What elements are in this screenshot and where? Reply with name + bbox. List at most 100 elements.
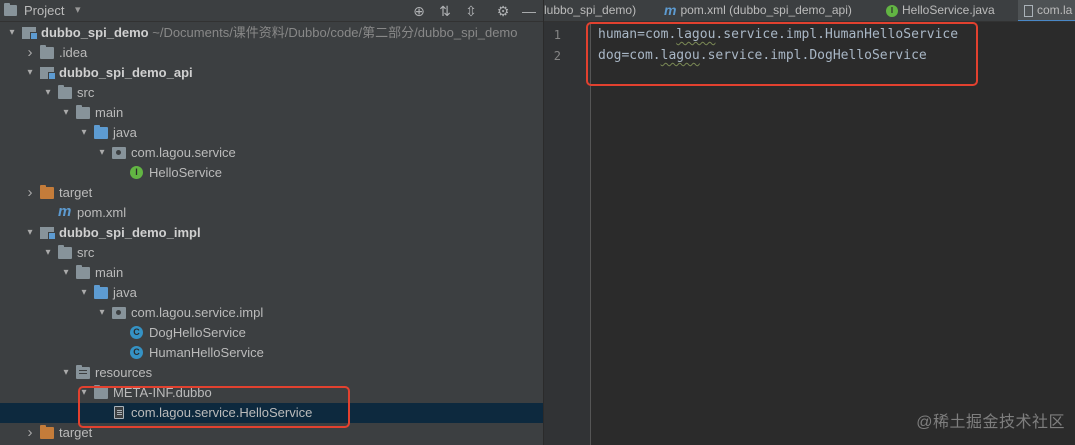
tab-helloservice-java[interactable]: I HelloService.java — [882, 0, 1016, 21]
tree-item-label: main — [95, 263, 123, 283]
source-folder-icon — [94, 285, 108, 299]
expand-all-icon[interactable]: ⇅ — [436, 2, 454, 20]
project-header: Project ▾ ⊕ ⇅ ⇳ ⚙ — — [0, 0, 543, 22]
chevron-down-icon[interactable]: ▾ — [42, 243, 54, 263]
folder-icon — [76, 265, 90, 279]
item-name: DogHelloService — [149, 325, 246, 340]
excluded-folder-icon — [40, 185, 54, 199]
chevron-down-icon[interactable]: ▾ — [60, 363, 72, 383]
tree-item-api-main[interactable]: ▾ main — [0, 103, 543, 123]
maven-icon: m — [58, 203, 72, 220]
tree-item-label: main — [95, 103, 123, 123]
tree-item-label: HelloService — [149, 163, 222, 183]
source-folder-icon — [94, 125, 108, 139]
tab-pom-xml[interactable]: m pom.xml (dubbo_spi_demo_api) — [658, 0, 879, 21]
tree-item-impl-src[interactable]: ▾ src — [0, 243, 543, 263]
project-title[interactable]: Project — [24, 3, 64, 18]
item-name: com.lagou.service — [131, 145, 236, 160]
item-name: java — [113, 285, 137, 300]
tree-item-label: com.lagou.service.impl — [131, 303, 263, 323]
tree-item-api-target[interactable]: › target — [0, 183, 543, 203]
tree-item-api[interactable]: ▾ dubbo_spi_demo_api — [0, 63, 543, 83]
tree-item-api-src[interactable]: ▾ src — [0, 83, 543, 103]
chevron-right-icon[interactable]: › — [24, 183, 36, 203]
watermark: @稀土掘金技术社区 — [916, 414, 1065, 431]
tree-item-label: .idea — [59, 43, 87, 63]
tree-item-impl-java[interactable]: ▾ java — [0, 283, 543, 303]
gear-icon[interactable]: ⚙ — [494, 2, 512, 20]
item-name: com.lagou.service.impl — [131, 305, 264, 320]
tree-item-impl-main[interactable]: ▾ main — [0, 263, 543, 283]
tree-item-api-hello[interactable]: I HelloService — [0, 163, 543, 183]
item-name: resources — [95, 365, 153, 380]
tree-item-idea[interactable]: › .idea — [0, 43, 543, 63]
tree-item-label: src — [77, 243, 94, 263]
chevron-down-icon[interactable]: ▾ — [78, 123, 90, 143]
chevron-down-icon[interactable]: ▾ — [96, 303, 108, 323]
tree-item-label: resources — [95, 363, 152, 383]
tree-item-label: java — [113, 123, 137, 143]
chevron-right-icon[interactable]: › — [24, 423, 36, 443]
chevron-down-icon[interactable]: ▾ — [78, 283, 90, 303]
tree-item-label: dubbo_spi_demo ~/Documents/课件资料/Dubbo/co… — [41, 23, 518, 43]
chevron-down-icon[interactable]: ▾ — [60, 263, 72, 283]
item-name: dubbo_spi_demo_impl — [59, 225, 201, 240]
hide-icon[interactable]: — — [520, 2, 538, 20]
chevron-down-icon[interactable]: ▾ — [96, 143, 108, 163]
tree-item-impl-pkg[interactable]: ▾ com.lagou.service.impl — [0, 303, 543, 323]
chevron-down-icon[interactable]: ▾ — [24, 63, 36, 83]
tree-item-label: HumanHelloService — [149, 343, 264, 363]
tree-item-label: dubbo_spi_demo_api — [59, 63, 193, 83]
chevron-down-icon[interactable]: ▾ — [24, 223, 36, 243]
interface-icon: I — [886, 4, 898, 17]
item-name: HelloService — [149, 165, 222, 180]
tree-item-impl-res[interactable]: ▾ resources — [0, 363, 543, 383]
tree-item-label: src — [77, 83, 94, 103]
tab-label: lubbo_spi_demo) — [544, 3, 637, 17]
chevron-down-icon[interactable]: ▾ — [6, 23, 18, 43]
class-icon: C — [130, 326, 143, 339]
package-icon — [112, 307, 126, 319]
tree-item-impl[interactable]: ▾ dubbo_spi_demo_impl — [0, 223, 543, 243]
tree-item-label: java — [113, 283, 137, 303]
tab-module-pom-partial[interactable]: lubbo_spi_demo) — [544, 0, 656, 21]
annotation-highlight-box — [78, 386, 350, 428]
package-icon — [112, 147, 126, 159]
tree-item-api-pkg[interactable]: ▾ com.lagou.service — [0, 143, 543, 163]
tree-item-api-pom[interactable]: m pom.xml — [0, 203, 543, 223]
tab-services-file[interactable]: com.la — [1018, 0, 1075, 21]
excluded-folder-icon — [40, 425, 54, 439]
resources-folder-icon — [76, 365, 90, 379]
item-name: main — [95, 265, 124, 280]
chevron-down-icon[interactable]: ▾ — [75, 3, 81, 16]
chevron-right-icon[interactable]: › — [24, 43, 36, 63]
tree-item-impl-human[interactable]: C HumanHelloService — [0, 343, 543, 363]
folder-icon — [40, 45, 54, 59]
editor-text-area[interactable]: human=com.lagou.service.impl.HumanHelloS… — [586, 22, 1075, 445]
line-number: 1 — [553, 28, 561, 42]
line-number: 2 — [553, 49, 561, 63]
tree-item-label: target — [59, 183, 92, 203]
module-icon — [22, 27, 38, 40]
project-folder-icon — [4, 3, 17, 16]
tree-item-api-java[interactable]: ▾ java — [0, 123, 543, 143]
item-name: main — [95, 105, 124, 120]
collapse-all-icon[interactable]: ⇳ — [462, 2, 480, 20]
tree-item-root[interactable]: ▾ dubbo_spi_demo ~/Documents/课件资料/Dubbo/c… — [0, 23, 543, 43]
maven-icon: m — [664, 2, 677, 19]
tree-item-impl-dog[interactable]: C DogHelloService — [0, 323, 543, 343]
text-file-icon — [1024, 4, 1033, 17]
item-name: pom.xml — [77, 205, 127, 220]
locate-icon[interactable]: ⊕ — [410, 2, 428, 20]
folder-icon — [58, 245, 72, 259]
module-icon — [40, 67, 56, 80]
chevron-down-icon[interactable]: ▾ — [42, 83, 54, 103]
folder-icon — [76, 105, 90, 119]
item-name: HumanHelloService — [149, 345, 264, 360]
annotation-highlight-box — [586, 22, 978, 86]
class-icon: C — [130, 346, 143, 359]
tab-label: HelloService.java — [902, 3, 995, 17]
project-path: ~/Documents/课件资料/Dubbo/code/第二部分/dubbo_s… — [148, 25, 518, 40]
chevron-down-icon[interactable]: ▾ — [60, 103, 72, 123]
tree-item-label: pom.xml — [77, 203, 126, 223]
